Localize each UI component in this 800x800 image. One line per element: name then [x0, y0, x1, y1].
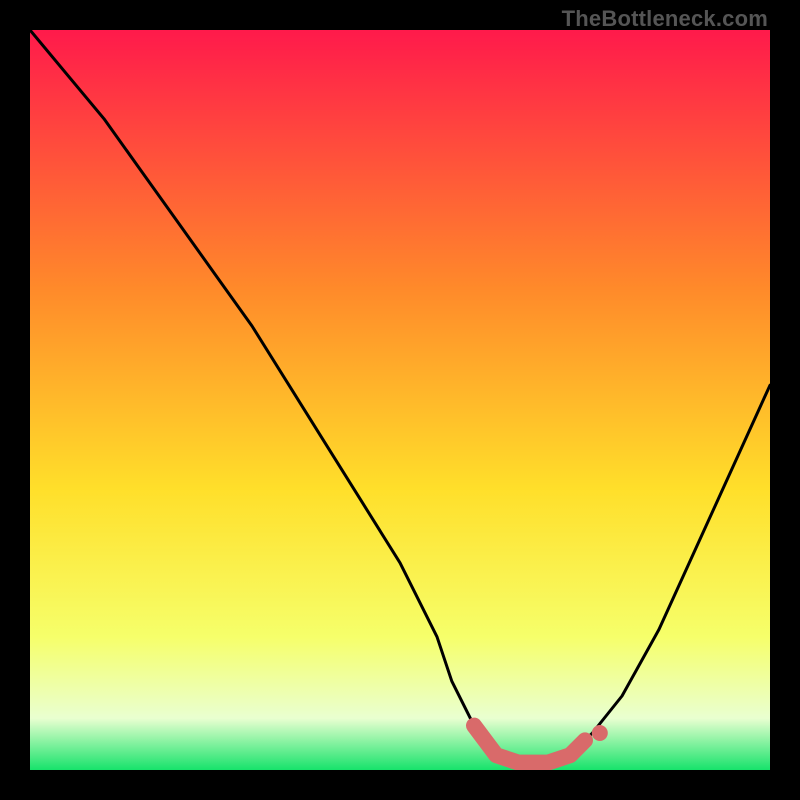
- plot-area: [30, 30, 770, 770]
- watermark-text: TheBottleneck.com: [562, 6, 768, 32]
- curve-layer: [30, 30, 770, 770]
- optimal-range-highlight: [474, 726, 585, 763]
- highlight-dot: [592, 725, 608, 741]
- chart-canvas: TheBottleneck.com: [0, 0, 800, 800]
- bottleneck-curve: [30, 30, 770, 763]
